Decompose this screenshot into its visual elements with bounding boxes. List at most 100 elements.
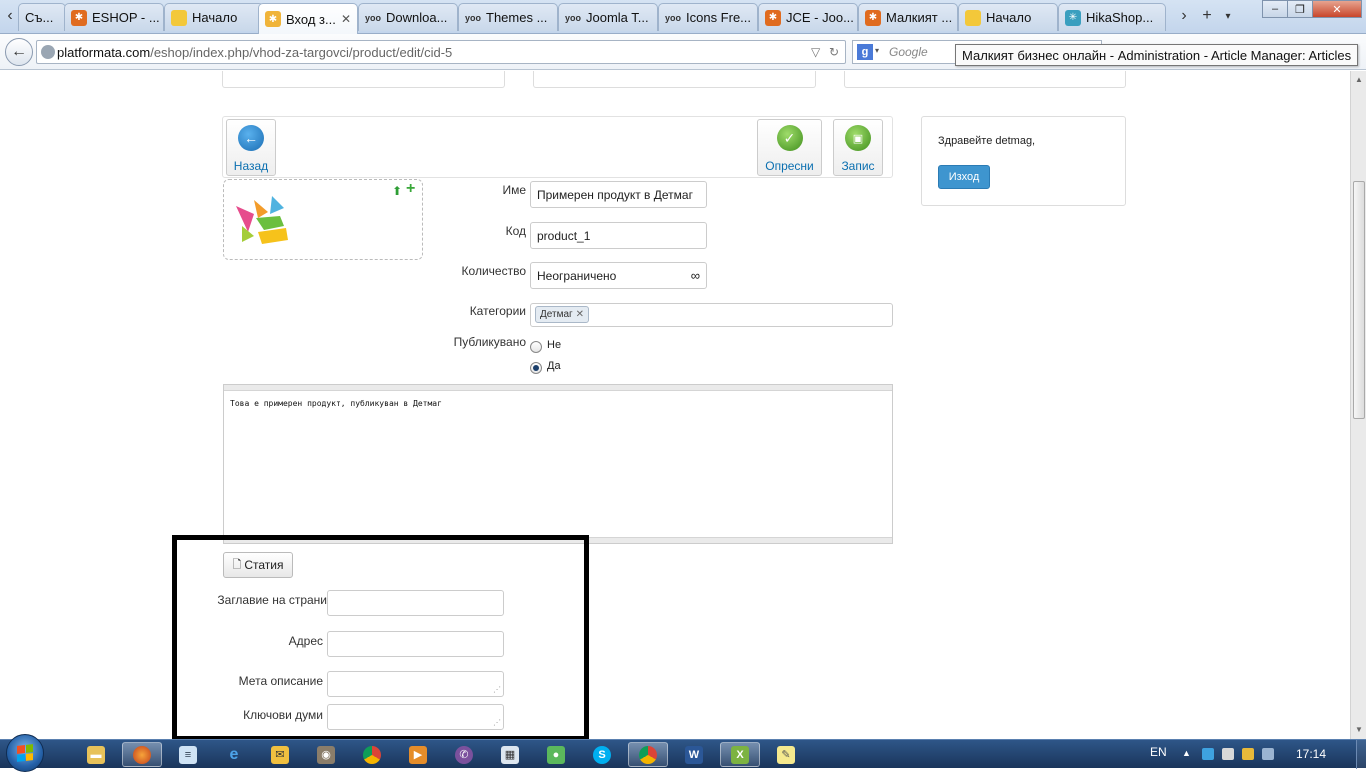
meta-description-textarea[interactable]: ⋰ <box>327 671 504 697</box>
published-yes-radio[interactable] <box>530 362 542 374</box>
description-editor[interactable]: Това е примерен продукт, публикуван в Де… <box>223 384 893 544</box>
scroll-tabs-right-icon[interactable]: › <box>1176 4 1192 28</box>
yoo-icon: yoo <box>365 12 382 23</box>
windows-logo-icon <box>17 744 33 762</box>
browser-tab-9[interactable]: ✱ JCE - Joo... <box>758 3 858 31</box>
skype-taskbar-icon[interactable]: S <box>582 742 622 767</box>
firefox-taskbar-icon[interactable] <box>122 742 162 767</box>
word-taskbar-icon[interactable]: W <box>674 742 714 767</box>
module-box <box>844 71 1126 88</box>
product-image-dropzone[interactable]: ⬆ + <box>223 179 423 260</box>
browser-tab-11[interactable]: Начало <box>958 3 1058 31</box>
show-hidden-icons-icon[interactable]: ▲ <box>1182 748 1194 760</box>
media-player-taskbar-icon[interactable]: ▶ <box>398 742 438 767</box>
browser-tab-3[interactable]: Начало <box>164 3 264 31</box>
upload-icon[interactable]: ⬆ <box>392 184 402 198</box>
maximize-window-icon[interactable]: ❐ <box>1287 0 1313 18</box>
scroll-down-icon[interactable]: ▼ <box>1355 725 1363 734</box>
outlook-taskbar-icon[interactable]: ✉ <box>260 742 300 767</box>
excel-taskbar-icon[interactable]: X <box>720 742 760 767</box>
tab-label: Joomla T... <box>586 10 649 25</box>
browser-tab-7[interactable]: yoo Joomla T... <box>558 3 658 31</box>
language-indicator[interactable]: EN <box>1150 745 1167 759</box>
yoo-icon: yoo <box>665 12 682 23</box>
tab-label: JCE - Joo... <box>786 10 854 25</box>
remove-tag-icon[interactable]: ✕ <box>576 309 584 320</box>
scrollbar-thumb[interactable] <box>1353 181 1365 419</box>
list-all-tabs-icon[interactable]: ▾ <box>1220 4 1236 28</box>
close-tab-icon[interactable]: ✕ <box>341 12 351 26</box>
browser-tab-12[interactable]: ✳ HikaShop... <box>1058 3 1166 31</box>
categories-label: Категории <box>469 304 526 318</box>
refresh-button[interactable]: ✓ Опресни <box>757 119 822 176</box>
notepad-icon: ≡ <box>179 745 197 764</box>
resize-grip-icon[interactable]: ⋰ <box>493 719 501 727</box>
editor-statusbar <box>224 537 892 543</box>
minimize-window-icon[interactable]: – <box>1262 0 1288 18</box>
joomla-icon: ✱ <box>765 9 781 26</box>
quantity-input[interactable]: Неограничено ∞ <box>530 262 707 289</box>
dropdown-arrow-icon[interactable]: ▽ <box>811 45 820 59</box>
published-yes-label: Да <box>547 360 561 372</box>
close-window-icon[interactable]: ✕ <box>1312 0 1362 18</box>
address-bar[interactable]: platformata.com/eshop/index.php/vhod-za-… <box>36 40 846 64</box>
reload-icon[interactable]: ↻ <box>829 45 839 59</box>
browser-tab-1[interactable]: Съ... <box>18 3 66 31</box>
browser-tab-5[interactable]: yoo Downloa... <box>358 3 458 31</box>
code-input[interactable]: product_1 <box>530 222 707 249</box>
infinity-icon[interactable]: ∞ <box>691 268 700 283</box>
published-no-label: Не <box>547 339 562 351</box>
page-icon <box>965 9 981 26</box>
network-icon[interactable] <box>1222 748 1234 760</box>
new-tab-button[interactable]: + <box>1198 4 1216 28</box>
name-input[interactable]: Примерен продукт в Детмаг <box>530 181 707 208</box>
search-placeholder: Google <box>889 45 928 59</box>
published-no-radio[interactable] <box>530 341 542 353</box>
back-button[interactable]: ← Назад <box>226 119 276 176</box>
gimp-taskbar-icon[interactable]: ◉ <box>306 742 346 767</box>
volume-icon[interactable] <box>1262 748 1274 760</box>
messenger-taskbar-icon[interactable]: ● <box>536 742 576 767</box>
browser-tab-active[interactable]: ✱ Вход з... ✕ <box>258 3 358 34</box>
search-engine-dropdown-icon[interactable]: ▾ <box>875 46 879 55</box>
tab-label: Начало <box>192 10 238 25</box>
browser-tab-2[interactable]: ✱ ESHOP - ... <box>64 3 164 31</box>
sticky-notes-taskbar-icon[interactable]: ✎ <box>766 742 806 767</box>
chrome-taskbar-icon[interactable] <box>352 742 392 767</box>
explorer-taskbar-icon[interactable]: ▬ <box>76 742 116 767</box>
chrome-icon <box>363 745 381 764</box>
browser-tab-6[interactable]: yoo Themes ... <box>458 3 558 31</box>
sticky-notes-icon: ✎ <box>777 745 795 764</box>
resize-grip-icon[interactable]: ⋰ <box>493 686 501 694</box>
clock[interactable]: 17:14 <box>1296 747 1326 761</box>
browser-tab-10[interactable]: ✱ Малкият ... <box>858 3 958 31</box>
tab-label: Icons Fre... <box>686 10 752 25</box>
show-desktop-button[interactable] <box>1356 740 1366 769</box>
vertical-scrollbar[interactable]: ▲ ▼ <box>1350 71 1366 739</box>
add-icon[interactable]: + <box>406 180 415 198</box>
browser-tab-8[interactable]: yoo Icons Fre... <box>658 3 758 31</box>
dropbox-icon[interactable] <box>1202 748 1214 760</box>
internet-explorer-icon: e <box>229 745 239 763</box>
logout-button[interactable]: Изход <box>938 165 990 189</box>
start-button[interactable] <box>6 734 44 772</box>
calculator-taskbar-icon[interactable]: ▦ <box>490 742 530 767</box>
article-button[interactable]: 🗋 Статия <box>223 552 293 578</box>
save-disk-icon: ▣ <box>845 125 871 151</box>
chrome2-taskbar-icon[interactable] <box>628 742 668 767</box>
address-input[interactable] <box>327 631 504 657</box>
page-title-input[interactable] <box>327 590 504 616</box>
scroll-tabs-left-icon[interactable]: ‹ <box>2 4 18 28</box>
arrow-left-icon: ← <box>238 125 264 151</box>
viber-taskbar-icon[interactable]: ✆ <box>444 742 484 767</box>
save-button[interactable]: ▣ Запис <box>833 119 883 176</box>
notepad-taskbar-icon[interactable]: ≡ <box>168 742 208 767</box>
browser-back-button[interactable]: ← <box>5 38 33 66</box>
outlook-icon: ✉ <box>271 745 289 764</box>
ie-taskbar-icon[interactable]: e <box>214 742 254 767</box>
greeting-text: Здравейте detmag, <box>938 135 1036 147</box>
page-viewport: ← Назад ✓ Опресни ▣ Запис ⬆ + Име Пример… <box>0 71 1350 739</box>
scroll-up-icon[interactable]: ▲ <box>1355 75 1363 84</box>
drive-icon[interactable] <box>1242 748 1254 760</box>
keywords-textarea[interactable]: ⋰ <box>327 704 504 730</box>
